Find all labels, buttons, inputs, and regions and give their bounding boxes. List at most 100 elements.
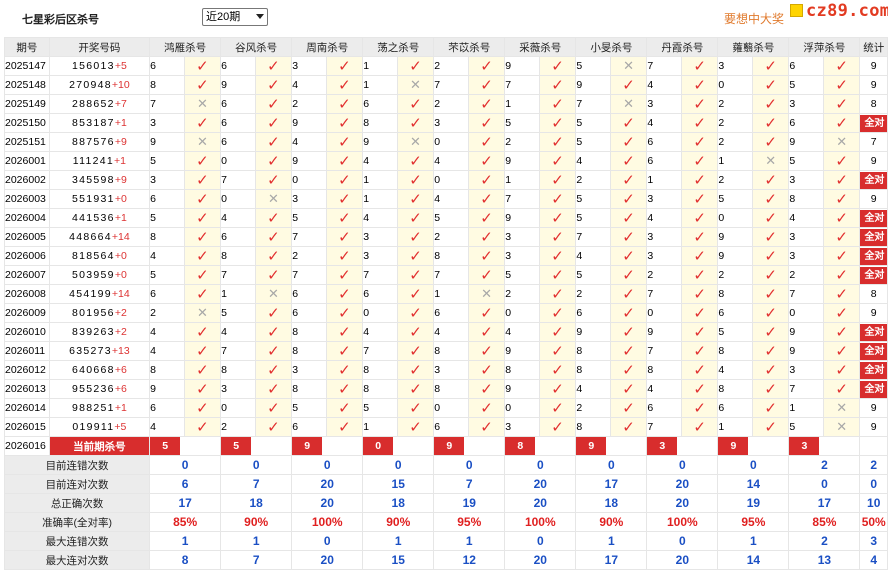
result-mark-cell: ✓: [325, 189, 364, 209]
kill-number-cell: 5: [575, 265, 611, 285]
kill-number-cell: 0: [220, 398, 256, 418]
result-mark-cell: ✓: [538, 246, 577, 266]
stat-value: 20: [291, 550, 364, 570]
kill-number-cell: 7: [575, 227, 611, 247]
check-icon: ✓: [551, 266, 564, 284]
draw-main-number: 156013: [71, 60, 115, 72]
period-cell: 2026005: [4, 227, 50, 247]
result-mark-cell: ✓: [254, 341, 293, 361]
kill-number-cell: 2: [717, 170, 753, 190]
col-header-expert[interactable]: 荡之杀号: [362, 37, 435, 57]
row-total-cell: 9: [859, 151, 888, 171]
check-icon: ✓: [764, 76, 777, 94]
current-kill-number: 9: [718, 437, 749, 455]
kill-number-cell: 7: [575, 94, 611, 114]
check-icon: ✓: [622, 247, 635, 265]
draw-number-cell: 818564+0: [48, 246, 151, 266]
result-mark-cell: ✓: [254, 132, 293, 152]
col-header-expert[interactable]: 蕹蘙杀号: [717, 37, 790, 57]
cross-icon: ✕: [410, 77, 421, 92]
stat-value: 7: [220, 474, 293, 494]
result-mark-cell: ✓: [609, 208, 648, 228]
col-header-expert[interactable]: 浮萍杀号: [788, 37, 861, 57]
check-icon: ✓: [409, 114, 422, 132]
logo-text: cz89.com: [806, 1, 888, 21]
result-mark-cell: ✓: [325, 170, 364, 190]
stat-label: 最大连对次数: [3, 550, 151, 570]
result-mark-cell: ✓: [183, 75, 222, 95]
col-header-expert[interactable]: 采薇杀号: [504, 37, 577, 57]
check-icon: ✓: [551, 152, 564, 170]
check-icon: ✓: [551, 95, 564, 113]
check-icon: ✓: [693, 76, 706, 94]
check-icon: ✓: [693, 323, 706, 341]
period-range-select[interactable]: 近20期: [202, 8, 268, 26]
draw-main-number: 801956: [71, 307, 115, 319]
result-mark-cell: ✓: [254, 322, 293, 342]
check-icon: ✓: [622, 190, 635, 208]
check-icon: ✓: [551, 304, 564, 322]
result-mark-cell: ✓: [680, 265, 719, 285]
kill-number-cell: 8: [149, 360, 185, 380]
site-logo[interactable]: cz89.com: [786, 0, 888, 22]
check-icon: ✓: [338, 133, 351, 151]
result-mark-cell: ✓: [538, 360, 577, 380]
current-kill-cell: 3: [646, 436, 719, 456]
check-icon: ✓: [267, 152, 280, 170]
result-mark-cell: ✓: [325, 379, 364, 399]
check-icon: ✓: [764, 380, 777, 398]
check-icon: ✓: [196, 247, 209, 265]
stat-value: 17: [575, 550, 648, 570]
current-kill-number: 9: [576, 437, 607, 455]
result-mark-cell: ✓: [325, 265, 364, 285]
kill-number-cell: 4: [362, 151, 398, 171]
col-header-expert[interactable]: 芣苡杀号: [433, 37, 506, 57]
check-icon: ✓: [196, 171, 209, 189]
check-icon: ✓: [196, 380, 209, 398]
result-mark-cell: ✓: [396, 246, 435, 266]
kill-number-cell: 3: [291, 360, 327, 380]
result-mark-cell: ✓: [751, 94, 790, 114]
check-icon: ✓: [267, 361, 280, 379]
col-header-expert[interactable]: 鸿雁杀号: [149, 37, 222, 57]
result-mark-cell: ✓: [396, 208, 435, 228]
kill-number-cell: 6: [717, 303, 753, 323]
cross-icon: ✕: [481, 286, 492, 301]
draw-back-number: +0: [114, 269, 127, 281]
cross-icon: ✕: [267, 286, 279, 301]
draw-back-number: +7: [114, 98, 127, 110]
stat-value: 13: [788, 550, 861, 570]
kill-number-cell: 6: [646, 132, 682, 152]
kill-number-cell: 9: [149, 132, 185, 152]
stat-value: 20: [646, 550, 719, 570]
result-mark-cell: ✓: [751, 75, 790, 95]
result-mark-cell: ✓: [396, 322, 435, 342]
stat-total-value: 4: [859, 550, 888, 570]
table-row: 2026012 640668+6 8 ✓ 8 ✓ 3 ✓ 8 ✓ 3 ✓ 8 ✓ 8 ✓ 8 ✓ 4 ✓ 3 ✓ 全对: [4, 360, 888, 380]
result-mark-cell: ✓: [822, 227, 861, 247]
result-mark-cell: ✓: [538, 132, 577, 152]
result-mark-cell: ✓: [822, 75, 861, 95]
stat-value: 0: [504, 531, 577, 551]
result-mark-cell: ✓: [396, 189, 435, 209]
result-mark-cell: ✓: [751, 56, 790, 76]
promo-text[interactable]: 要想中大奖: [724, 10, 784, 27]
result-mark-cell: ✓: [467, 303, 506, 323]
col-header-expert[interactable]: 谷风杀号: [220, 37, 293, 57]
kill-number-cell: 8: [788, 189, 824, 209]
result-mark-cell: ✓: [254, 417, 293, 437]
table-row: 2026008 454199+14 6 ✓ 1 ✕ 6 ✓ 6 ✓ 1 ✕ 2 ✓ 2 ✓ 7 ✓ 8 ✓ 7 ✓ 8: [4, 284, 888, 304]
result-mark-cell: ✕: [254, 189, 293, 209]
result-mark-cell: ✓: [183, 56, 222, 76]
kill-number-cell: 1: [717, 151, 753, 171]
check-icon: ✓: [338, 323, 351, 341]
kill-number-cell: 4: [788, 208, 824, 228]
kill-number-cell: 5: [291, 208, 327, 228]
current-kill-cell: 9: [291, 436, 364, 456]
col-header-expert[interactable]: 小旻杀号: [575, 37, 648, 57]
result-mark-cell: ✓: [325, 341, 364, 361]
draw-number-cell: 801956+2: [48, 303, 151, 323]
draw-number-cell: 635273+13: [48, 341, 151, 361]
col-header-expert[interactable]: 周南杀号: [291, 37, 364, 57]
col-header-expert[interactable]: 丹霞杀号: [646, 37, 719, 57]
